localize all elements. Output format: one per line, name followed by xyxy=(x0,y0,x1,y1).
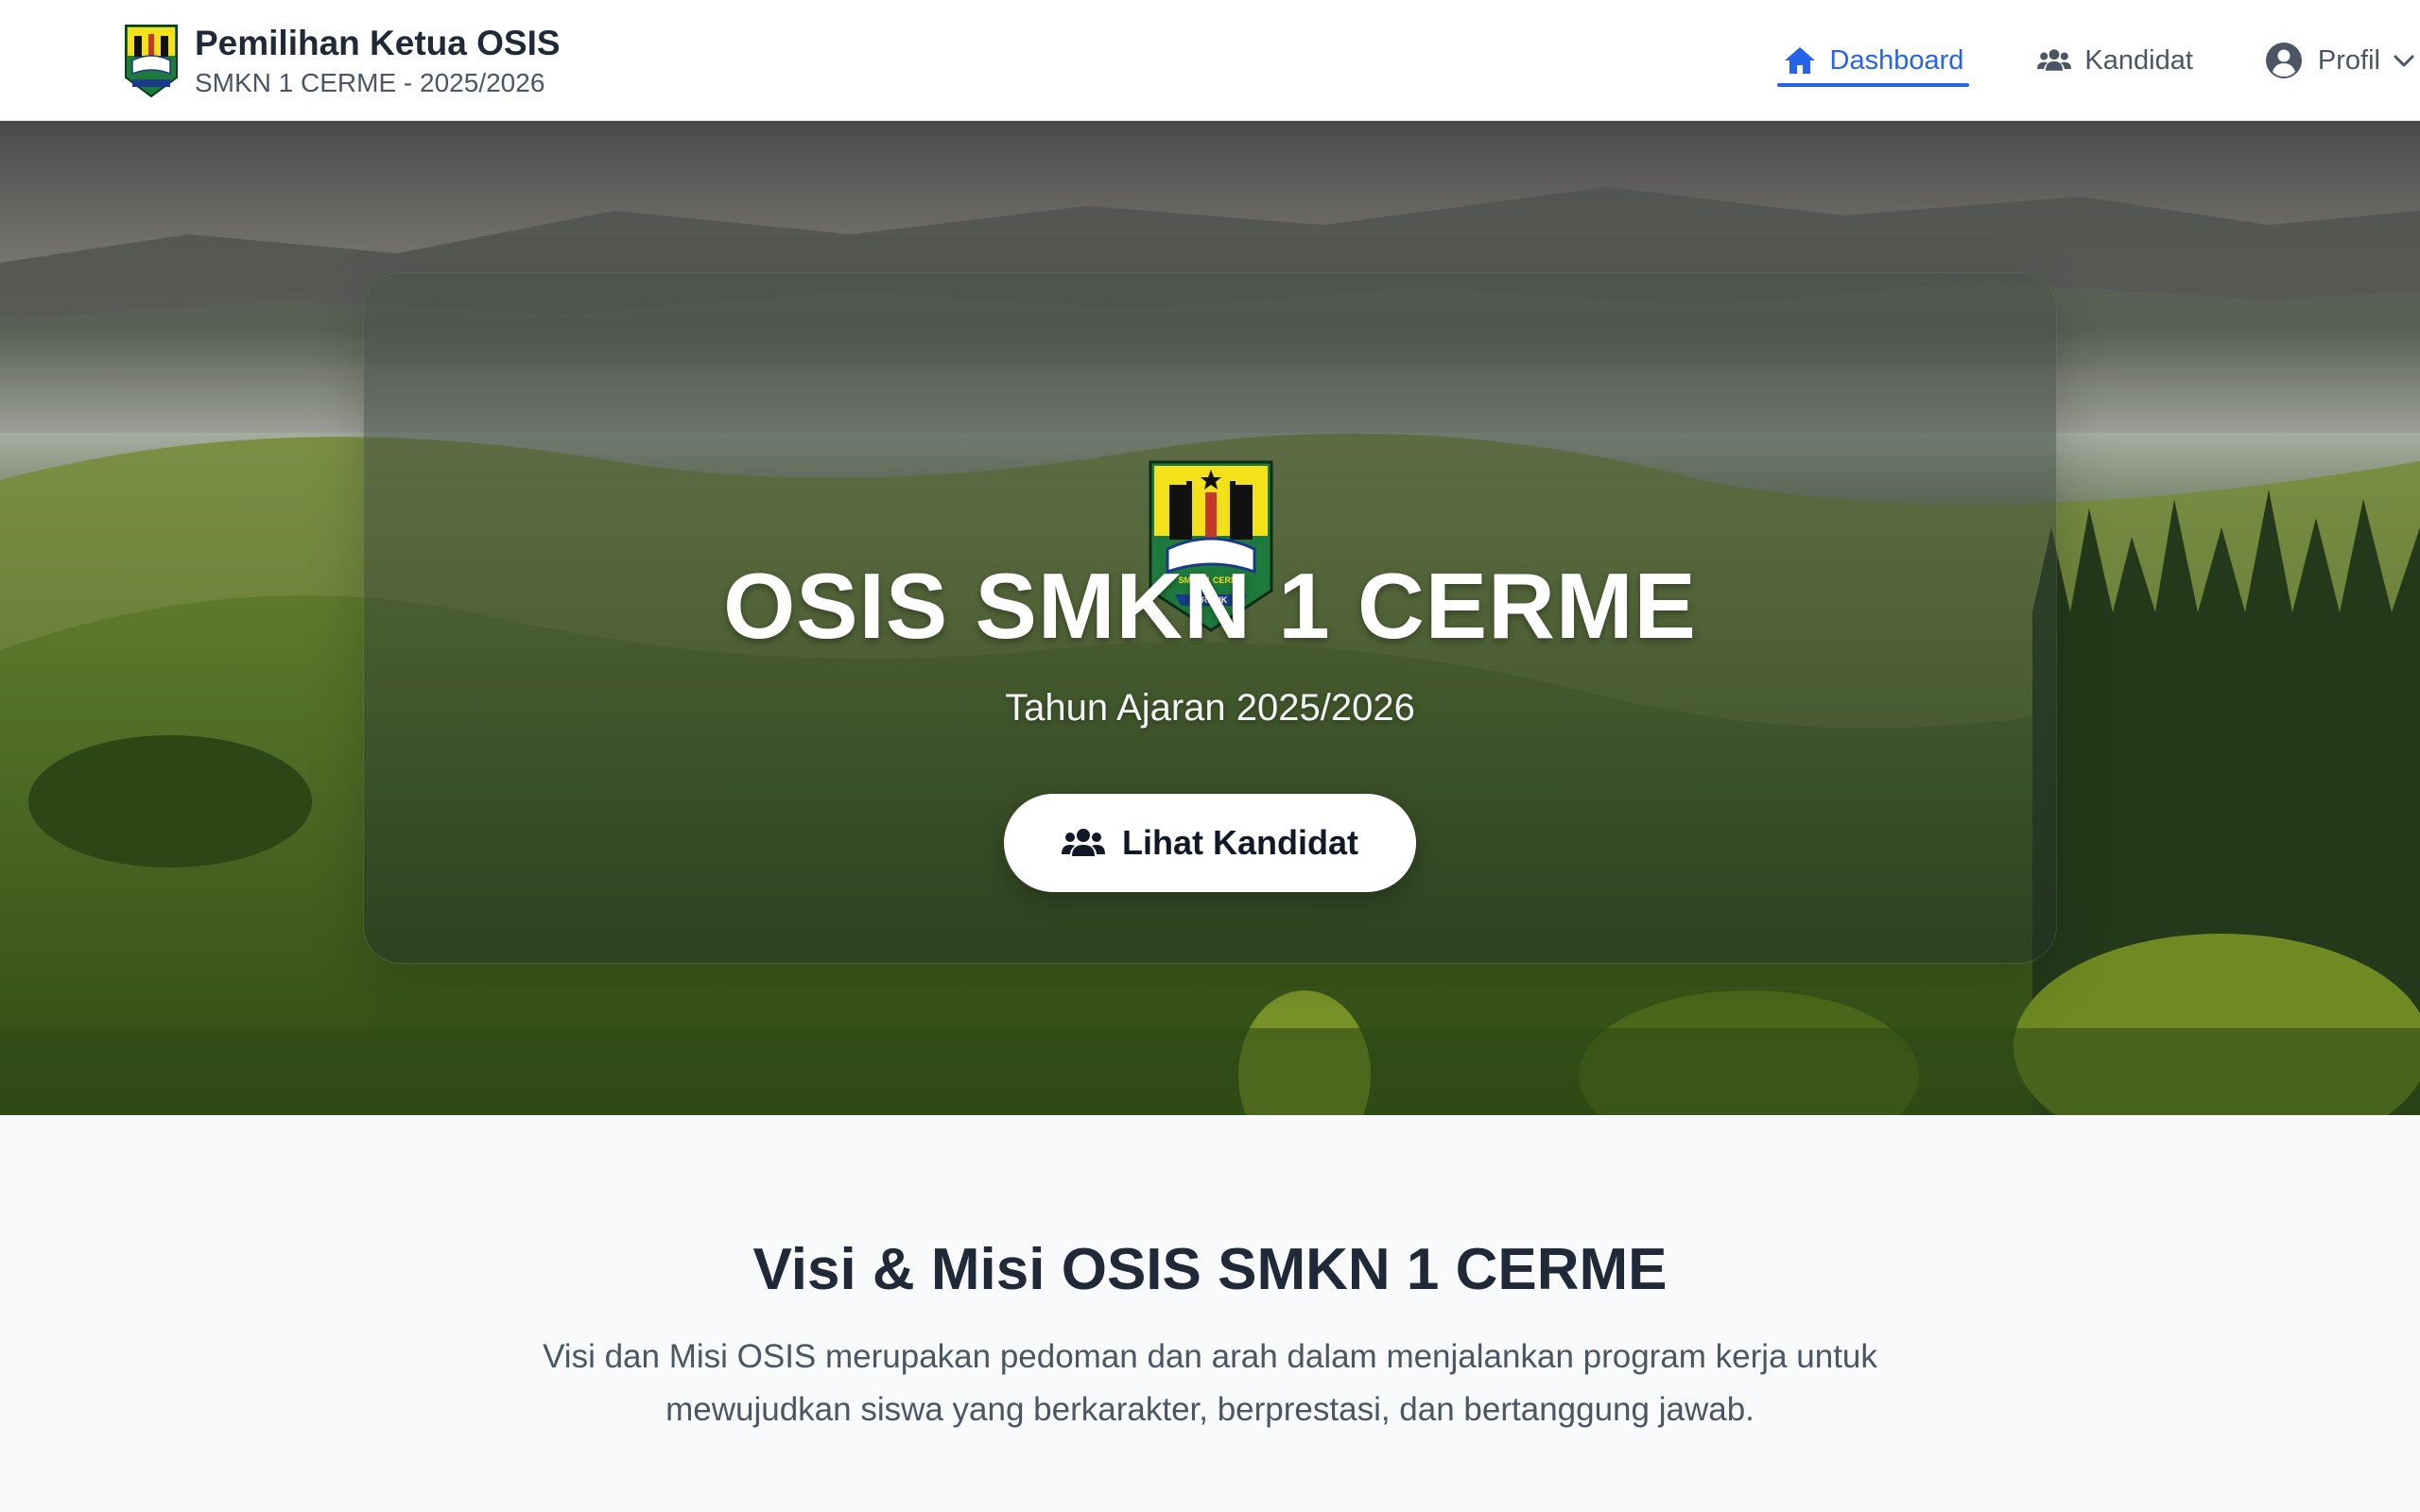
home-icon xyxy=(1784,47,1815,74)
app-subtitle: SMKN 1 CERME - 2025/2026 xyxy=(195,68,545,97)
users-icon xyxy=(2037,49,2072,71)
nav-kandidat-label: Kandidat xyxy=(2084,44,2193,76)
main-nav: Dashboard Kandidat Profil xyxy=(1776,0,2420,121)
nav-profil-label: Profil xyxy=(2317,44,2380,76)
nav-kandidat[interactable]: Kandidat xyxy=(2037,0,2193,121)
school-crest-icon xyxy=(125,25,178,98)
hero-subtitle: Tahun Ajaran 2025/2026 xyxy=(1005,687,1415,729)
brand[interactable]: Pemilihan Ketua OSIS SMKN 1 CERME - 2025… xyxy=(123,21,561,102)
nav-dashboard-label: Dashboard xyxy=(1829,44,1964,76)
view-candidates-label: Lihat Kandidat xyxy=(1122,823,1358,862)
user-circle-icon xyxy=(2265,43,2302,78)
view-candidates-button[interactable]: Lihat Kandidat xyxy=(1004,794,1416,892)
hero-section: SMKN 1 CERME GRESIK OSIS SMKN 1 CERME Ta… xyxy=(0,121,2420,1115)
nav-dashboard[interactable]: Dashboard xyxy=(1776,0,1970,121)
chevron-down-icon xyxy=(2394,55,2414,67)
visi-misi-section: Visi & Misi OSIS SMKN 1 CERME Visi dan M… xyxy=(0,1115,2420,1512)
app-title: Pemilihan Ketua OSIS xyxy=(195,24,561,62)
nav-profil-dropdown[interactable]: Profil xyxy=(2265,0,2416,121)
top-navbar: Pemilihan Ketua OSIS SMKN 1 CERME - 2025… xyxy=(0,0,2420,121)
section-title: Visi & Misi OSIS SMKN 1 CERME xyxy=(752,1237,1668,1302)
users-icon xyxy=(1062,829,1105,856)
hero-title: OSIS SMKN 1 CERME xyxy=(723,554,1697,658)
section-description: Visi dan Misi OSIS merupakan pedoman dan… xyxy=(543,1338,1877,1428)
